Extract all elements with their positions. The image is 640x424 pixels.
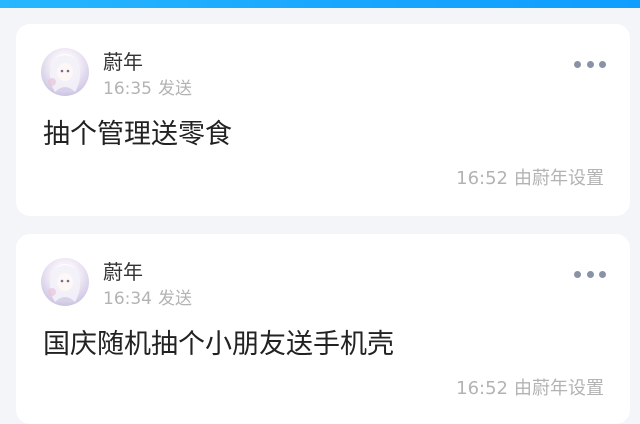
- dot: [599, 60, 606, 68]
- post-content: 抽个管理送零食: [43, 119, 232, 150]
- more-options-icon[interactable]: [574, 269, 606, 279]
- footer-text: 由蔚年设置: [514, 378, 604, 399]
- author-name[interactable]: 蔚年: [103, 50, 143, 74]
- more-options-icon[interactable]: [574, 59, 606, 69]
- dot: [586, 270, 594, 278]
- dot: [586, 60, 594, 68]
- post-time: 16:34: [103, 289, 152, 309]
- post-action: 发送: [158, 289, 192, 309]
- post-action: 发送: [158, 79, 192, 99]
- post-meta: 16:34 发送: [103, 289, 192, 309]
- announcement-card[interactable]: 蔚年 16:34 发送 国庆随机抽个小朋友送手机壳 16:52 由蔚年设置: [16, 234, 630, 424]
- author-name[interactable]: 蔚年: [103, 260, 143, 284]
- dot: [574, 60, 581, 68]
- footer-time: 16:52: [456, 378, 508, 399]
- footer-text: 由蔚年设置: [514, 168, 604, 189]
- post-time: 16:35: [103, 79, 152, 99]
- dot: [574, 270, 581, 278]
- post-content: 国庆随机抽个小朋友送手机壳: [43, 329, 394, 360]
- top-accent-bar: [0, 0, 640, 8]
- announcement-card[interactable]: 蔚年 16:35 发送 抽个管理送零食 16:52 由蔚年设置: [16, 24, 630, 216]
- post-footer: 16:52 由蔚年设置: [456, 168, 604, 190]
- post-footer: 16:52 由蔚年设置: [456, 378, 604, 400]
- avatar[interactable]: [41, 258, 89, 306]
- footer-time: 16:52: [456, 168, 508, 189]
- post-meta: 16:35 发送: [103, 79, 192, 99]
- avatar[interactable]: [41, 48, 89, 96]
- dot: [599, 270, 606, 278]
